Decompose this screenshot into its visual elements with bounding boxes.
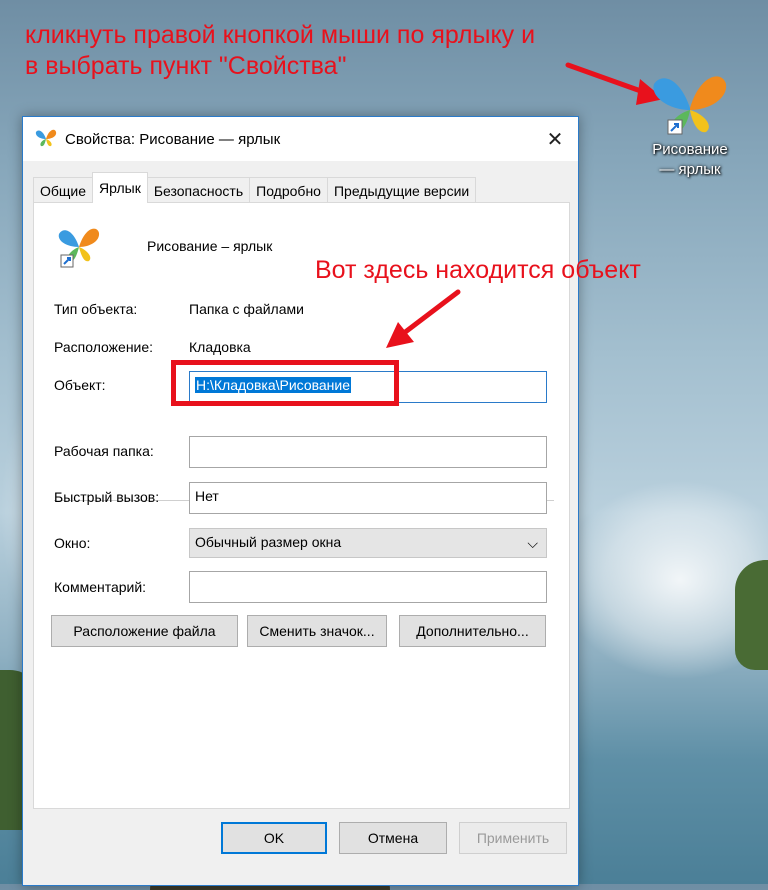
instruction-annotation: кликнуть правой кнопкой мыши по ярлыку и… bbox=[25, 20, 535, 82]
workdir-field[interactable] bbox=[189, 436, 547, 468]
tab-previous-versions[interactable]: Предыдущие версии bbox=[326, 177, 477, 203]
desktop-shortcut-label-2: — ярлык bbox=[659, 161, 721, 178]
close-icon[interactable]: ✕ bbox=[532, 117, 578, 161]
hotkey-label: Быстрый вызов: bbox=[54, 489, 160, 505]
tab-general[interactable]: Общие bbox=[33, 177, 94, 203]
title-bar[interactable]: Свойства: Рисование — ярлык ✕ bbox=[23, 117, 578, 161]
open-file-location-button[interactable]: Расположение файла bbox=[51, 615, 238, 647]
object-hint-annotation: Вот здесь находится объект bbox=[315, 256, 641, 284]
background-trees bbox=[735, 560, 768, 670]
tab-shortcut[interactable]: Ярлык bbox=[92, 172, 148, 203]
tab-details[interactable]: Подробно bbox=[249, 177, 328, 203]
tab-security[interactable]: Безопасность bbox=[146, 177, 251, 203]
window-label: Окно: bbox=[54, 535, 91, 551]
comment-field[interactable] bbox=[189, 571, 547, 603]
shortcut-tab-panel: Рисование – ярлык Тип объекта: Папка с ф… bbox=[33, 202, 570, 809]
cancel-button[interactable]: Отмена bbox=[339, 822, 447, 854]
type-value: Папка с файлами bbox=[189, 301, 304, 317]
location-value: Кладовка bbox=[189, 339, 251, 355]
properties-dialog: Свойства: Рисование — ярлык ✕ Общие Ярлы… bbox=[22, 116, 579, 886]
butterfly-shortcut-icon bbox=[58, 228, 100, 268]
butterfly-shortcut-icon bbox=[653, 76, 727, 135]
window-mode-select[interactable]: Обычный размер окна ⌵ bbox=[189, 528, 547, 558]
window-mode-value: Обычный размер окна bbox=[195, 534, 342, 550]
desktop-shortcut-label-1: Рисование bbox=[652, 141, 728, 158]
shortcut-name: Рисование – ярлык bbox=[147, 238, 273, 254]
instruction-line-1: кликнуть правой кнопкой мыши по ярлыку и bbox=[25, 21, 536, 49]
object-label: Объект: bbox=[54, 377, 106, 393]
type-label: Тип объекта: bbox=[54, 301, 138, 317]
highlight-box bbox=[171, 360, 399, 406]
tab-strip: Общие Ярлык Безопасность Подробно Предыд… bbox=[33, 172, 477, 203]
ok-button[interactable]: OK bbox=[221, 822, 327, 854]
arrow-to-object bbox=[386, 289, 461, 348]
butterfly-icon bbox=[35, 129, 57, 147]
instruction-line-2: в выбрать пункт "Свойства" bbox=[25, 52, 347, 80]
apply-button[interactable]: Применить bbox=[459, 822, 567, 854]
desktop-shortcut[interactable]: Рисование — ярлык bbox=[640, 70, 740, 180]
hotkey-field[interactable]: Нет bbox=[189, 482, 547, 514]
comment-label: Комментарий: bbox=[54, 579, 147, 595]
location-label: Расположение: bbox=[54, 339, 154, 355]
advanced-button[interactable]: Дополнительно... bbox=[399, 615, 546, 647]
workdir-label: Рабочая папка: bbox=[54, 443, 154, 459]
change-icon-button[interactable]: Сменить значок... bbox=[247, 615, 387, 647]
chevron-down-icon: ⌵ bbox=[527, 535, 538, 551]
dialog-title: Свойства: Рисование — ярлык bbox=[65, 130, 281, 148]
